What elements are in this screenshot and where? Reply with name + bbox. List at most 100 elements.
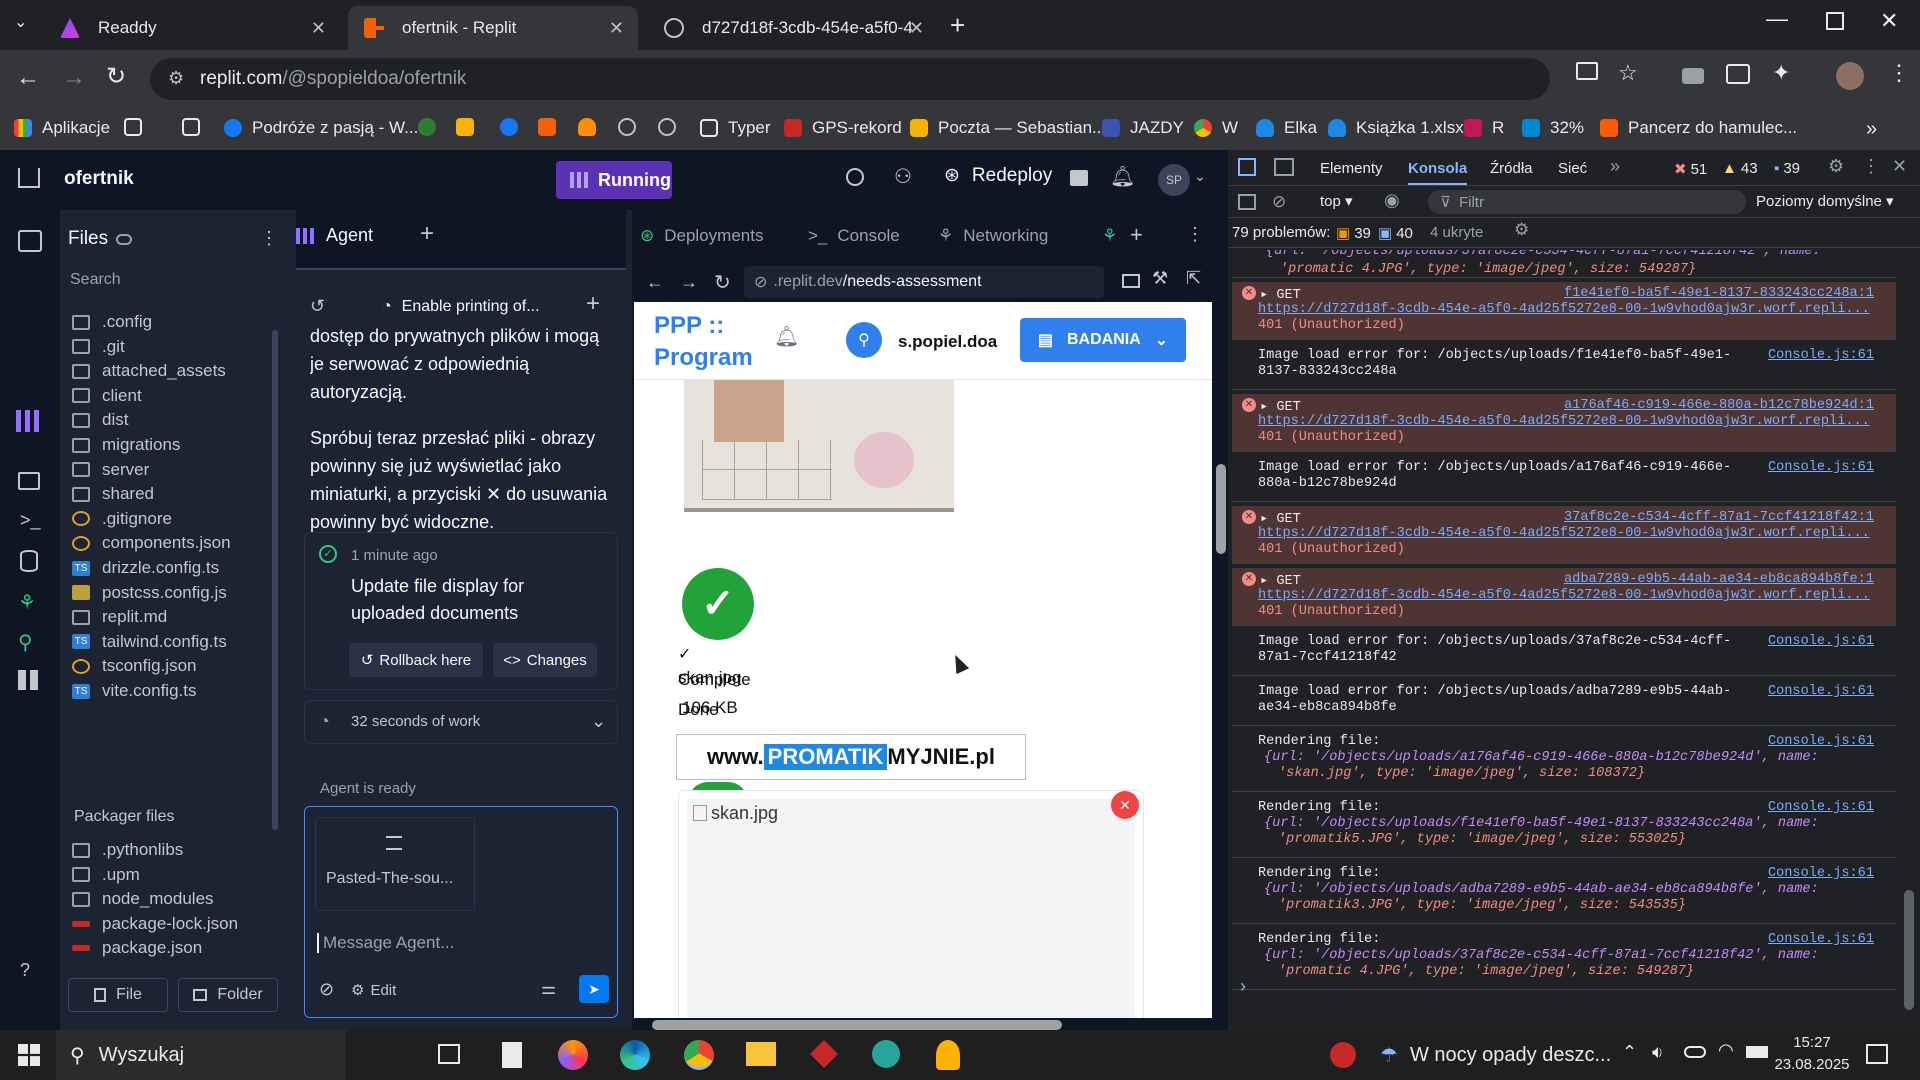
user-icon[interactable]: ⚲	[18, 630, 33, 655]
app-title[interactable]: PPP :: Program	[654, 310, 764, 374]
source-link[interactable]: adba7289-e9b5-44ab-ae34-eb8ca894b8fe:1	[1564, 572, 1874, 587]
console-object[interactable]: {url: '/objects/uploads/f1e41ef0-ba5f-49…	[1264, 816, 1819, 831]
bookmark-icon-1[interactable]	[418, 118, 446, 136]
networking-icon[interactable]: ⚘	[1102, 226, 1117, 246]
cloud-icon[interactable]	[578, 118, 606, 136]
log-levels-select[interactable]: Poziomy domyślne ▾	[1756, 192, 1894, 210]
networking-icon[interactable]: ⚘	[18, 590, 36, 615]
tab-console[interactable]: Konsola	[1408, 160, 1468, 185]
address-bar[interactable]: ⚙ replit.com/@spopieldoa/ofertnik	[150, 58, 1550, 100]
source-link[interactable]: a176af46-c919-466e-880a-b12c78be924d:1	[1564, 398, 1874, 413]
files-menu-icon[interactable]: ⋮	[260, 228, 278, 249]
tab-elements[interactable]: Elementy	[1320, 160, 1383, 177]
file-tree-item[interactable]: tsconfig.json	[72, 656, 197, 676]
get-label[interactable]: ▸ GET	[1260, 286, 1301, 303]
forward-icon[interactable]: →	[62, 64, 86, 92]
tab-sources[interactable]: Źródła	[1490, 160, 1533, 177]
edge-icon[interactable]	[620, 1040, 650, 1070]
inspect-icon[interactable]	[1238, 158, 1256, 176]
chevron-down-icon[interactable]: ⌄	[1194, 168, 1206, 185]
settings-sliders-icon[interactable]: ⚌	[541, 979, 556, 999]
open-external-icon[interactable]: ⇱	[1186, 268, 1201, 289]
edit-mode-button[interactable]: ⚙ Edit	[351, 981, 396, 1000]
close-window-icon[interactable]: ✕	[1880, 8, 1898, 34]
bookmark-gps[interactable]: GPS-rekord	[784, 118, 902, 138]
file-tree-item[interactable]: attached_assets	[72, 361, 226, 381]
bookmark-r[interactable]: R	[1464, 118, 1504, 138]
source-link[interactable]: Console.js:61	[1768, 734, 1874, 749]
clock-date[interactable]: 23.08.2025	[1772, 1056, 1852, 1073]
bookmark-podroze[interactable]: Podróże z pasją - W...	[224, 118, 418, 138]
browser-menu-icon[interactable]: ⋮	[1888, 60, 1910, 86]
request-url[interactable]: https://d727d18f-3cdb-454e-a5f0-4ad25f52…	[1258, 302, 1870, 317]
tools-menu-icon[interactable]: ⋮	[1186, 224, 1204, 245]
file-tree-item[interactable]: .git	[72, 337, 125, 357]
problems-info[interactable]: ▣ 40	[1378, 224, 1413, 243]
redeploy-button[interactable]: ⊛ Redeploy	[944, 164, 1052, 187]
problems-warnings[interactable]: ▣ 39	[1336, 224, 1371, 243]
file-tree-item[interactable]: TS drizzle.config.ts	[72, 558, 219, 578]
shell-icon[interactable]: >_	[20, 510, 41, 531]
settings-gear-icon[interactable]: ⚙	[1828, 156, 1844, 177]
globe-icon[interactable]	[618, 118, 646, 136]
new-folder-button[interactable]: Folder	[178, 978, 278, 1012]
eye-icon[interactable]: ◉	[1384, 190, 1400, 211]
bookmark-poczta[interactable]: Poczta — Sebastian...	[910, 118, 1106, 138]
user-avatar[interactable]: ⚲	[846, 322, 882, 358]
new-tab-icon[interactable]: +	[950, 10, 965, 41]
sidebar-toggle-icon[interactable]	[1238, 194, 1256, 210]
more-bookmarks-icon[interactable]: »	[1866, 118, 1877, 141]
bookmark-percent[interactable]: 32%	[1522, 118, 1584, 138]
devtools-wrench-icon[interactable]: ⚒	[1152, 268, 1168, 289]
bookmark-icon-2[interactable]	[456, 118, 484, 136]
source-link[interactable]: Console.js:61	[1768, 866, 1874, 881]
info-count[interactable]: ▪ 39	[1774, 160, 1800, 177]
new-file-button[interactable]: File	[68, 978, 168, 1012]
packager-item[interactable]: node_modules	[72, 889, 214, 909]
console-icon[interactable]	[18, 472, 40, 490]
file-tree-icon[interactable]	[18, 230, 42, 252]
bookmark-elka[interactable]: Elka	[1256, 118, 1317, 138]
file-tree-item[interactable]: migrations	[72, 435, 180, 455]
close-tab-icon[interactable]: ✕	[909, 18, 924, 39]
history-icon[interactable]: ↺	[310, 296, 325, 317]
home-icon[interactable]	[18, 168, 40, 188]
packager-item[interactable]: package.json	[72, 938, 202, 958]
console-object[interactable]: {url: '/objects/uploads/adba7289-e9b5-44…	[1264, 882, 1819, 897]
file-tree-item[interactable]: server	[72, 460, 149, 480]
tab-readdy[interactable]: Readdy ✕	[44, 6, 340, 50]
get-label[interactable]: ▸ GET	[1260, 510, 1301, 527]
request-url[interactable]: https://d727d18f-3cdb-454e-a5f0-4ad25f52…	[1258, 526, 1870, 541]
file-tree-item[interactable]: postcss.config.js	[72, 583, 227, 603]
file-tree-item[interactable]: components.json	[72, 533, 231, 553]
filter-input[interactable]: ⊽ Filtr	[1428, 190, 1746, 214]
file-search-input[interactable]: Search	[70, 265, 270, 295]
reload-icon[interactable]: ↻	[106, 62, 126, 91]
tab-network[interactable]: Sieć	[1558, 160, 1587, 177]
webview-horizontal-scrollbar[interactable]	[652, 1020, 1062, 1030]
work-summary[interactable]: ◔ 32 seconds of work ⌄	[304, 700, 618, 744]
file-tree-item[interactable]: client	[72, 386, 142, 406]
replit-bookmark-icon[interactable]	[538, 118, 566, 136]
badania-menu-button[interactable]: ▤ BADANIA ⌄	[1020, 318, 1186, 362]
console-prompt-icon[interactable]: ›	[1240, 976, 1246, 997]
rollback-button[interactable]: ↺ Rollback here	[349, 643, 483, 677]
source-link[interactable]: f1e41ef0-ba5f-49e1-8137-833243cc248a:1	[1564, 286, 1874, 301]
facebook-icon[interactable]	[500, 118, 528, 136]
console-object[interactable]: {url: '/objects/uploads/37af8c2e-c534-4c…	[1266, 250, 1821, 259]
task-view-icon[interactable]	[438, 1044, 460, 1064]
send-button[interactable]: ➤	[579, 975, 609, 1003]
remove-file-button[interactable]: ✕	[1111, 791, 1139, 819]
windows-start-icon[interactable]	[18, 1044, 40, 1066]
console-object[interactable]: {url: '/objects/uploads/37af8c2e-c534-4c…	[1264, 948, 1819, 963]
clear-console-icon[interactable]: ⊘	[1272, 192, 1286, 212]
database-icon[interactable]	[20, 550, 38, 572]
request-url[interactable]: https://d727d18f-3cdb-454e-a5f0-4ad25f52…	[1258, 588, 1870, 603]
battery-icon[interactable]	[1746, 1046, 1768, 1058]
file-tree-item[interactable]: TS vite.config.ts	[72, 681, 197, 701]
tab-d727[interactable]: d727d18f-3cdb-454e-a5f0-4ad2 ✕	[648, 6, 938, 50]
volume-icon[interactable]: 🔉︎	[1652, 1042, 1663, 1063]
tab-networking[interactable]: ⚘ Networking	[938, 226, 1048, 246]
restore-icon[interactable]	[1826, 12, 1844, 30]
issues-settings-icon[interactable]: ⚙	[1514, 220, 1529, 240]
